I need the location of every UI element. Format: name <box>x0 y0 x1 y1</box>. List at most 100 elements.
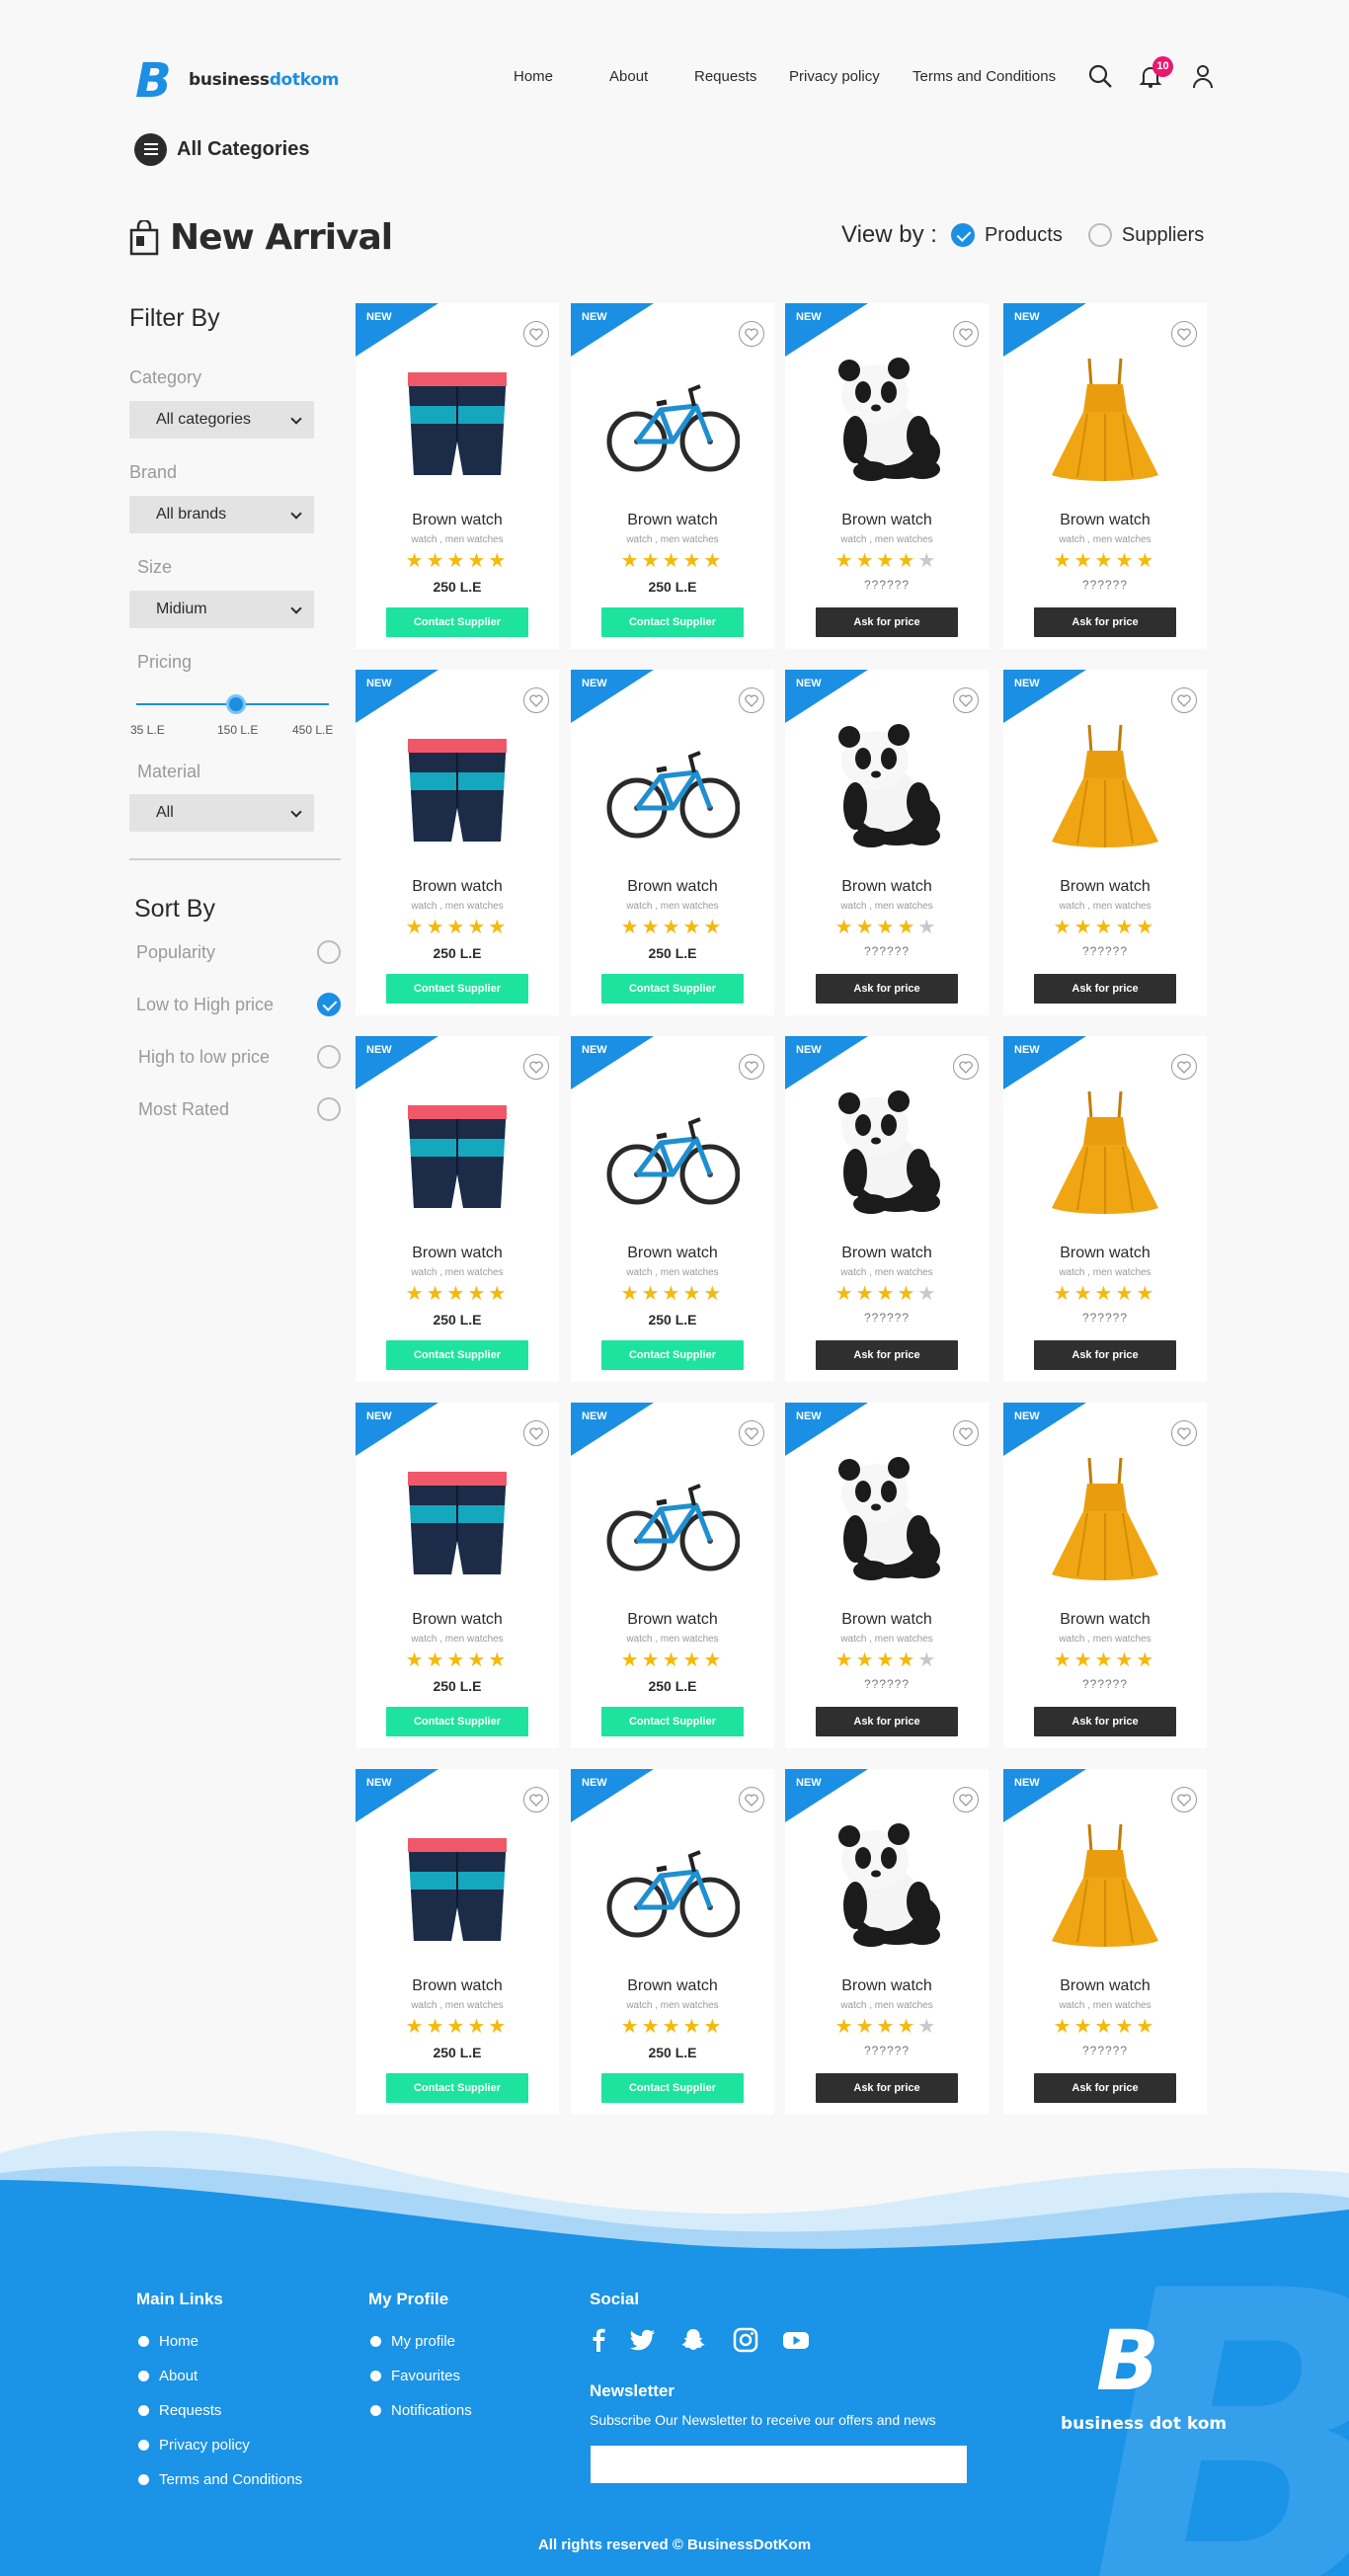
product-card[interactable]: NEW Brown watch watch , men watches ★★★★★??… <box>785 303 989 649</box>
ask-for-price-button[interactable]: Ask for price <box>816 974 958 1004</box>
product-name[interactable]: Brown watch <box>785 1245 989 1262</box>
product-image[interactable] <box>605 355 741 483</box>
footer-link-notifications[interactable]: Notifications <box>370 2402 472 2419</box>
footer-link-privacy[interactable]: Privacy policy <box>138 2437 250 2454</box>
product-name[interactable]: Brown watch <box>1003 512 1207 529</box>
heart-icon[interactable] <box>953 687 979 713</box>
heart-icon[interactable] <box>953 321 979 347</box>
twitter-icon[interactable] <box>629 2326 657 2354</box>
snapchat-icon[interactable] <box>679 2326 707 2354</box>
product-name[interactable]: Brown watch <box>356 512 559 529</box>
product-name[interactable]: Brown watch <box>571 512 774 529</box>
instagram-icon[interactable] <box>732 2326 759 2354</box>
product-name[interactable]: Brown watch <box>571 1611 774 1629</box>
product-card[interactable]: NEW Brown watch watch , men watches ★★★★★ 25… <box>571 670 774 1015</box>
footer-link-terms[interactable]: Terms and Conditions <box>138 2471 302 2488</box>
sort-radio[interactable] <box>317 1097 341 1121</box>
product-image[interactable] <box>820 1820 954 1949</box>
ask-for-price-button[interactable]: Ask for price <box>816 607 958 637</box>
view-products-radio[interactable] <box>950 223 975 247</box>
product-name[interactable]: Brown watch <box>571 1977 774 1995</box>
product-name[interactable]: Brown watch <box>785 512 989 529</box>
product-card[interactable]: NEW Brown watch watch , men watches ★★★★★ 25… <box>571 303 774 649</box>
view-suppliers-radio[interactable] <box>1087 223 1112 247</box>
product-image[interactable] <box>605 721 741 849</box>
sort-radio[interactable] <box>317 940 341 964</box>
product-name[interactable]: Brown watch <box>356 878 559 896</box>
product-name[interactable]: Brown watch <box>571 1245 774 1262</box>
product-card[interactable]: NEW Brown watch watch , men watches ★★★★★ 25… <box>356 1769 559 2115</box>
size-select[interactable]: Midium <box>129 591 314 628</box>
product-card[interactable]: NEW Brown watch watch , men watches ★★★★★ 25… <box>356 1403 559 1748</box>
heart-icon[interactable] <box>739 1787 764 1812</box>
ask-for-price-button[interactable]: Ask for price <box>1034 1340 1176 1370</box>
price-slider-handle[interactable] <box>226 694 246 714</box>
footer-link-home[interactable]: Home <box>138 2333 198 2350</box>
heart-icon[interactable] <box>1171 1787 1197 1812</box>
search-icon[interactable] <box>1087 63 1113 89</box>
product-image[interactable] <box>1038 1087 1172 1216</box>
footer-link-about[interactable]: About <box>138 2368 198 2384</box>
product-card[interactable]: NEW Brown watch watch , men watches ★★★★★??… <box>785 1769 989 2115</box>
product-card[interactable]: NEW Brown watch watch , men watches ★★★★★ 25… <box>356 670 559 1015</box>
heart-icon[interactable] <box>953 1420 979 1446</box>
category-select[interactable]: All categories <box>129 401 314 439</box>
product-name[interactable]: Brown watch <box>356 1977 559 1995</box>
product-image[interactable] <box>390 721 524 849</box>
product-card[interactable]: NEW Brown watch watch , men watches ★★★★★ 25… <box>571 1036 774 1382</box>
product-card[interactable]: NEW Brown watch watch , men watches ★★★★★ 25… <box>571 1769 774 2115</box>
newsletter-email-input[interactable] <box>591 2446 967 2483</box>
heart-icon[interactable] <box>953 1787 979 1812</box>
sort-option-low-to-high[interactable]: Low to High price <box>136 993 341 1016</box>
sort-option-high-to-low[interactable]: High to low price <box>136 1045 341 1069</box>
brand-select[interactable]: All brands <box>129 496 314 533</box>
footer-link-requests[interactable]: Requests <box>138 2402 221 2419</box>
product-image[interactable] <box>605 1087 741 1216</box>
heart-icon[interactable] <box>523 1054 549 1080</box>
product-name[interactable]: Brown watch <box>1003 1977 1207 1995</box>
product-card[interactable]: NEW Brown watch watch , men watches ★★★★★ 25… <box>571 1403 774 1748</box>
product-image[interactable] <box>390 355 524 483</box>
nav-home[interactable]: Home <box>514 68 553 85</box>
ask-for-price-button[interactable]: Ask for price <box>816 1340 958 1370</box>
product-card[interactable]: NEW Brown watch watch , men watches ★★★★★??… <box>1003 303 1207 649</box>
view-products-label[interactable]: Products <box>985 224 1063 247</box>
nav-terms[interactable]: Terms and Conditions <box>913 68 1056 85</box>
contact-supplier-button[interactable]: Contact Supplier <box>386 607 528 637</box>
ask-for-price-button[interactable]: Ask for price <box>1034 607 1176 637</box>
nav-privacy-policy[interactable]: Privacy policy <box>789 68 880 85</box>
product-image[interactable] <box>1038 721 1172 849</box>
contact-supplier-button[interactable]: Contact Supplier <box>601 1340 744 1370</box>
heart-icon[interactable] <box>523 1787 549 1812</box>
ask-for-price-button[interactable]: Ask for price <box>1034 1707 1176 1736</box>
product-card[interactable]: NEW Brown watch watch , men watches ★★★★★??… <box>785 670 989 1015</box>
product-name[interactable]: Brown watch <box>1003 1611 1207 1629</box>
logo-icon[interactable]: B <box>135 57 177 105</box>
facebook-icon[interactable] <box>585 2326 612 2354</box>
contact-supplier-button[interactable]: Contact Supplier <box>601 607 744 637</box>
sort-radio[interactable] <box>317 993 341 1016</box>
view-suppliers-label[interactable]: Suppliers <box>1122 224 1204 247</box>
product-image[interactable] <box>390 1454 524 1582</box>
heart-icon[interactable] <box>739 1054 764 1080</box>
product-image[interactable] <box>820 1087 954 1216</box>
heart-icon[interactable] <box>1171 1420 1197 1446</box>
heart-icon[interactable] <box>1171 321 1197 347</box>
sort-option-popularity[interactable]: Popularity <box>136 940 341 964</box>
contact-supplier-button[interactable]: Contact Supplier <box>601 974 744 1004</box>
heart-icon[interactable] <box>523 687 549 713</box>
product-image[interactable] <box>820 1454 954 1582</box>
product-card[interactable]: NEW Brown watch watch , men watches ★★★★★ 25… <box>356 303 559 649</box>
heart-icon[interactable] <box>523 321 549 347</box>
nav-about[interactable]: About <box>609 68 648 85</box>
nav-requests[interactable]: Requests <box>694 68 756 85</box>
contact-supplier-button[interactable]: Contact Supplier <box>386 1707 528 1736</box>
ask-for-price-button[interactable]: Ask for price <box>816 2073 958 2103</box>
product-name[interactable]: Brown watch <box>1003 1245 1207 1262</box>
footer-link-favourites[interactable]: Favourites <box>370 2368 460 2384</box>
contact-supplier-button[interactable]: Contact Supplier <box>386 974 528 1004</box>
heart-icon[interactable] <box>739 687 764 713</box>
product-card[interactable]: NEW Brown watch watch , men watches ★★★★★ 25… <box>356 1036 559 1382</box>
heart-icon[interactable] <box>953 1054 979 1080</box>
heart-icon[interactable] <box>739 1420 764 1446</box>
